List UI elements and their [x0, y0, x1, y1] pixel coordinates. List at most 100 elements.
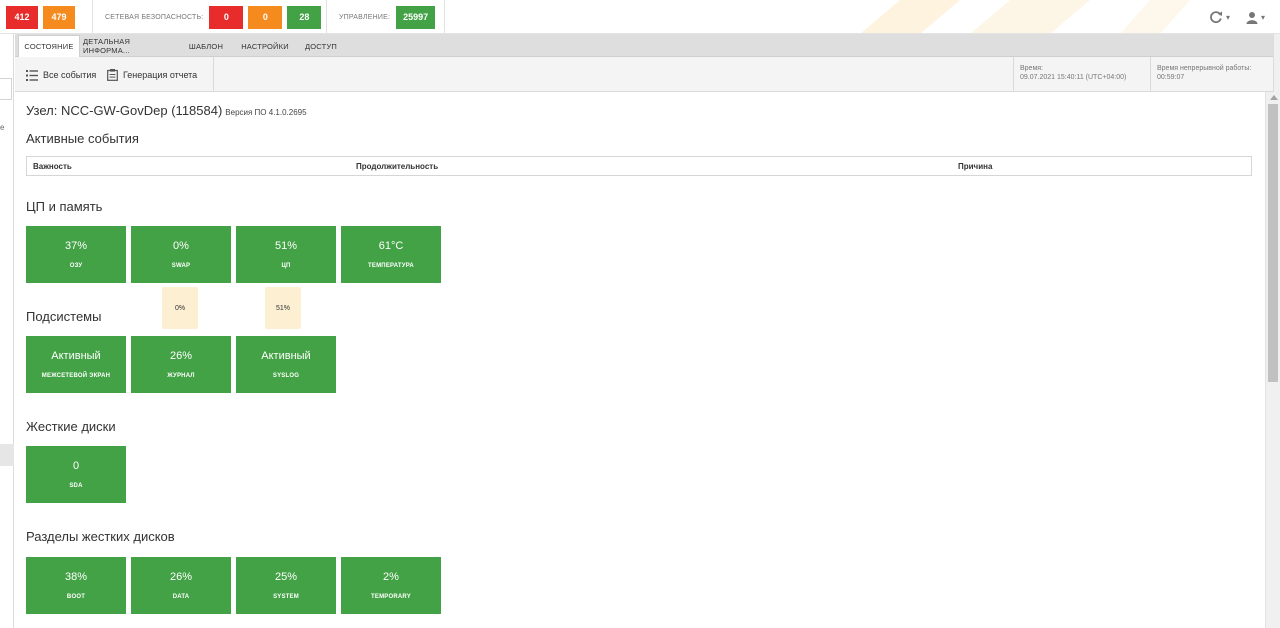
- cpu-tooltip: 51%: [265, 287, 301, 329]
- tile-label: BOOT: [66, 594, 86, 600]
- subsystems-title: Подсистемы: [26, 309, 102, 324]
- tile-data[interactable]: 26% DATA: [131, 557, 231, 614]
- current-time-panel: Время: 09.07.2021 15:40:11 (UTC+04:00): [1013, 57, 1150, 92]
- tab-bar: СОСТОЯНИЕ ДЕТАЛЬНАЯ ИНФОРМА... ШАБЛОН НА…: [15, 34, 1280, 57]
- tile-value: 0%: [173, 240, 189, 252]
- tile-cpu[interactable]: 51% ЦП: [236, 226, 336, 283]
- network-security-group: СЕТЕВАЯ БЕЗОПАСНОСТЬ: 0 0 28: [105, 0, 322, 33]
- generate-report-button[interactable]: Генерация отчета: [107, 67, 197, 83]
- tile-label: SYSTEM: [273, 594, 299, 600]
- tile-value: 26%: [169, 571, 193, 583]
- window-edge: [1273, 34, 1280, 92]
- vertical-scrollbar[interactable]: [1265, 92, 1280, 628]
- partitions-title: Разделы жестких дисков: [26, 529, 175, 544]
- all-events-label: Все события: [43, 70, 97, 80]
- firmware-version: Версия ПО 4.1.0.2695: [225, 108, 307, 117]
- current-time-label: Время:: [1020, 65, 1044, 72]
- chevron-down-icon: ▾: [1226, 12, 1231, 22]
- tile-swap[interactable]: 0% SWAP: [131, 226, 231, 283]
- user-menu-button[interactable]: ▾: [1246, 8, 1265, 26]
- all-events-button[interactable]: Все события: [26, 67, 96, 83]
- current-time-value: 09.07.2021 15:40:11 (UTC+04:00): [1020, 74, 1127, 81]
- management-badge[interactable]: 25997: [396, 5, 436, 29]
- column-header-duration[interactable]: Продолжительность: [356, 162, 438, 171]
- divider: [213, 57, 214, 92]
- tile-log[interactable]: 26% ЖУРНАЛ: [131, 336, 231, 393]
- management-label: УПРАВЛЕНИЕ:: [339, 13, 391, 21]
- tab-status[interactable]: СОСТОЯНИЕ: [18, 35, 80, 57]
- tab-template[interactable]: ШАБЛОН: [181, 35, 231, 57]
- node-title: Узел: NCC-GW-GovDep (118584): [26, 103, 223, 118]
- tile-label: SYSLOG: [272, 373, 300, 379]
- tab-settings[interactable]: НАСТРОЙКИ: [237, 35, 293, 57]
- tile-label: SDA: [69, 483, 83, 489]
- top-status-bar: 412 479 СЕТЕВАЯ БЕЗОПАСНОСТЬ: 0 0 28 УПР…: [0, 0, 1280, 34]
- network-security-critical-badge[interactable]: 0: [209, 5, 244, 29]
- tile-boot[interactable]: 38% BOOT: [26, 557, 126, 614]
- tile-temporary[interactable]: 2% TEMPORARY: [341, 557, 441, 614]
- event-counters: 412 479: [6, 0, 75, 33]
- chevron-down-icon: ▾: [1261, 12, 1266, 22]
- tile-value: 2%: [383, 571, 399, 583]
- uptime-label: Время непрерывной работы:: [1157, 65, 1252, 72]
- tile-system[interactable]: 25% SYSTEM: [236, 557, 336, 614]
- active-events-table: Важность Продолжительность Причина: [26, 156, 1252, 176]
- list-icon: [26, 69, 38, 81]
- tile-value: Активный: [51, 350, 101, 362]
- tile-syslog[interactable]: Активный SYSLOG: [236, 336, 336, 393]
- left-panel-edge: е: [0, 34, 14, 628]
- cpu-memory-title: ЦП и память: [26, 199, 103, 214]
- tile-label: ЖУРНАЛ: [167, 373, 195, 379]
- status-content: Узел: NCC-GW-GovDep (118584) Версия ПО 4.…: [15, 92, 1265, 628]
- node-heading: Узел: NCC-GW-GovDep (118584) Версия ПО 4.…: [26, 103, 307, 118]
- warning-events-badge[interactable]: 479: [43, 5, 75, 29]
- critical-events-badge[interactable]: 412: [6, 5, 38, 29]
- tile-label: SWAP: [171, 263, 191, 269]
- network-security-warning-badge[interactable]: 0: [248, 5, 283, 29]
- tile-value: 25%: [274, 571, 298, 583]
- network-security-label: СЕТЕВАЯ БЕЗОПАСНОСТЬ:: [105, 13, 204, 21]
- scrollbar-thumb[interactable]: [1268, 104, 1278, 382]
- divider: [444, 0, 445, 33]
- management-group: УПРАВЛЕНИЕ: 25997: [339, 0, 436, 33]
- refresh-menu-button[interactable]: ▾: [1209, 8, 1230, 26]
- tile-value: 61°C: [378, 240, 404, 252]
- swap-tooltip: 0%: [162, 287, 198, 329]
- tile-ram[interactable]: 37% ОЗУ: [26, 226, 126, 283]
- refresh-icon: [1210, 11, 1222, 23]
- left-panel-text-fragment: е: [0, 123, 5, 132]
- tile-value: 38%: [64, 571, 88, 583]
- column-header-severity[interactable]: Важность: [33, 162, 72, 171]
- tile-temperature[interactable]: 61°C ТЕМПЕРАТУРА: [341, 226, 441, 283]
- tile-sda[interactable]: 0 SDA: [26, 446, 126, 503]
- report-icon: [107, 69, 118, 81]
- tile-label: ОЗУ: [69, 263, 83, 269]
- tile-value: 0: [72, 460, 80, 472]
- tile-value: Активный: [261, 350, 311, 362]
- divider: [326, 0, 327, 33]
- tile-label: МЕЖСЕТЕВОЙ ЭКРАН: [41, 373, 111, 379]
- hard-disks-title: Жесткие диски: [26, 419, 116, 434]
- tile-label: ТЕМПЕРАТУРА: [368, 263, 414, 269]
- tile-firewall[interactable]: Активный МЕЖСЕТЕВОЙ ЭКРАН: [26, 336, 126, 393]
- left-panel-selected-row[interactable]: [0, 444, 14, 466]
- uptime-value: 00:59:07: [1157, 74, 1185, 81]
- active-events-title: Активные события: [26, 131, 139, 146]
- tile-value: 37%: [64, 240, 88, 252]
- tab-detailed-info[interactable]: ДЕТАЛЬНАЯ ИНФОРМА...: [83, 35, 179, 57]
- divider: [92, 0, 93, 33]
- tab-access[interactable]: ДОСТУП: [299, 35, 343, 57]
- user-icon: [1246, 11, 1258, 24]
- tile-label: DATA: [172, 594, 190, 600]
- left-panel-field-fragment[interactable]: [0, 78, 12, 100]
- tile-label: TEMPORARY: [371, 594, 411, 600]
- generate-report-label: Генерация отчета: [123, 70, 198, 80]
- tile-value: 26%: [169, 350, 193, 362]
- scroll-up-arrow-icon[interactable]: [1270, 95, 1278, 100]
- uptime-panel: Время непрерывной работы: 00:59:07: [1150, 57, 1273, 92]
- column-header-reason[interactable]: Причина: [958, 162, 992, 171]
- toolbar: Все события Генерация отчета Время: 09.0…: [15, 57, 1273, 92]
- network-security-ok-badge[interactable]: 28: [287, 5, 322, 29]
- tile-value: 51%: [274, 240, 298, 252]
- tile-label: ЦП: [281, 263, 291, 269]
